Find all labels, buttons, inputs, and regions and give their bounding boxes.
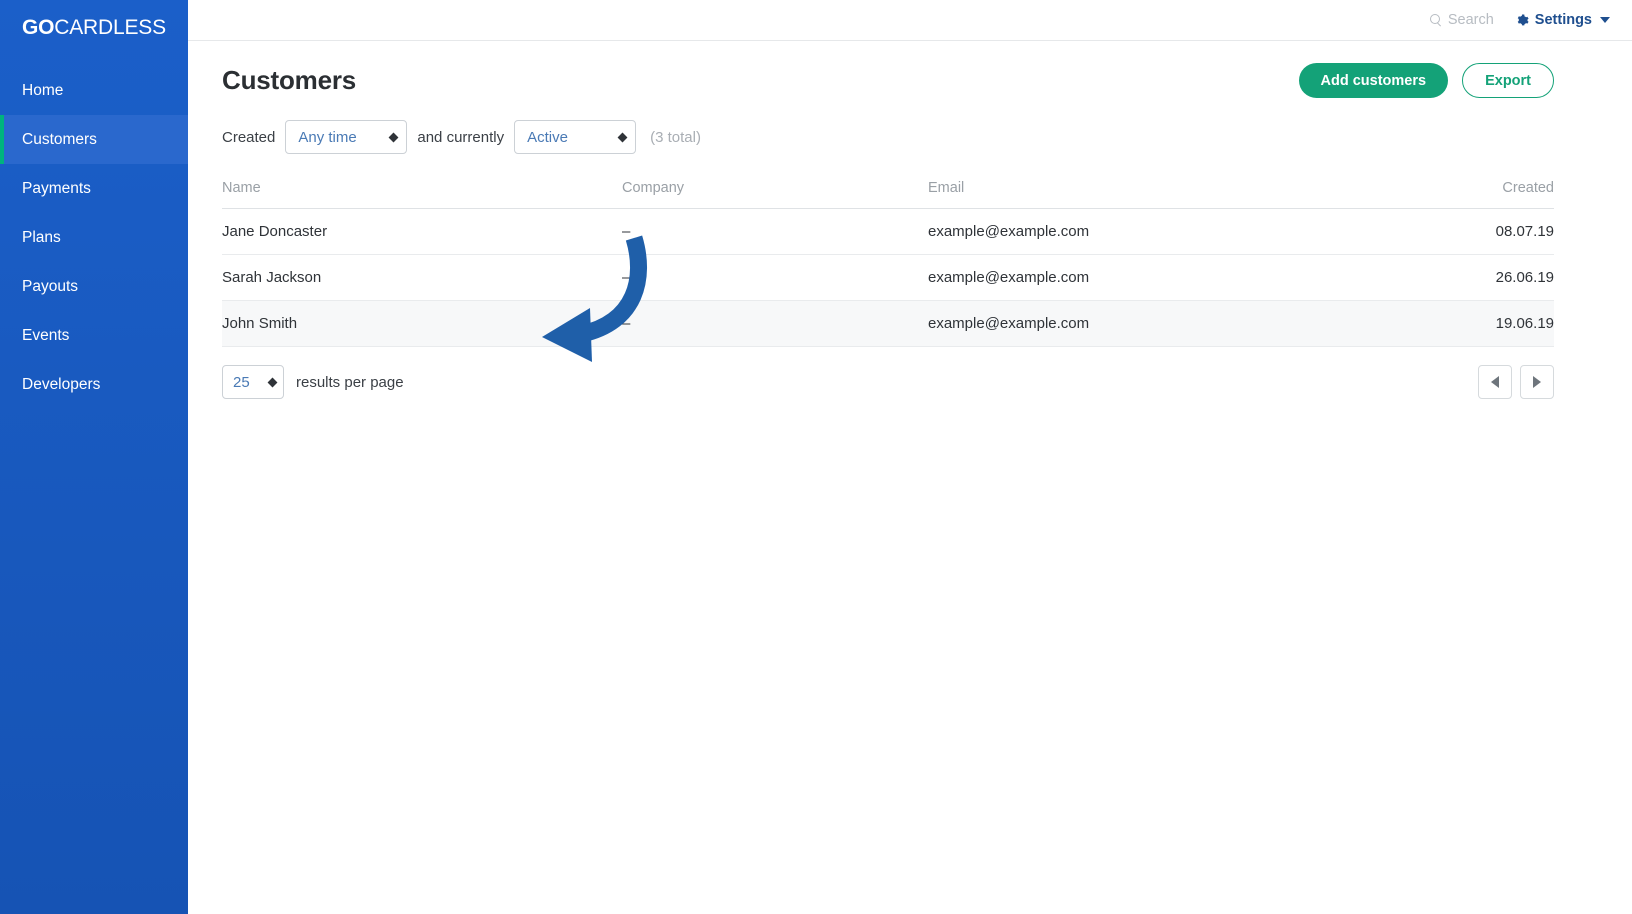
next-page-button[interactable]	[1520, 365, 1554, 399]
results-per-page-group: 25 results per page	[222, 365, 404, 399]
top-bar: Search Settings	[188, 0, 1632, 41]
cell-created: 19.06.19	[1404, 300, 1554, 347]
sidebar-item-payments[interactable]: Payments	[0, 164, 188, 213]
cell-name: John Smith	[222, 300, 622, 347]
results-per-page-label: results per page	[296, 373, 404, 391]
sidebar-item-payouts[interactable]: Payouts	[0, 262, 188, 311]
page-content: Customers Add customers Export Created A…	[188, 41, 1632, 399]
created-filter-value: Any time	[298, 128, 357, 146]
page-header: Customers Add customers Export	[222, 41, 1554, 98]
sidebar-item-customers[interactable]: Customers	[0, 115, 188, 164]
status-filter-label: and currently	[417, 128, 505, 146]
sidebar-item-label: Payments	[22, 179, 91, 197]
previous-page-button[interactable]	[1478, 365, 1512, 399]
search-button[interactable]: Search	[1429, 12, 1494, 28]
main-content: Search Settings Customers Add customers …	[188, 0, 1632, 914]
cell-created: 26.06.19	[1404, 254, 1554, 301]
created-filter-label: Created	[222, 128, 276, 146]
triangle-right-icon	[1533, 376, 1541, 388]
cell-email: example@example.com	[928, 300, 1404, 347]
cell-name: Sarah Jackson	[222, 254, 622, 301]
table-footer: 25 results per page	[222, 365, 1554, 399]
cell-created: 08.07.19	[1404, 208, 1554, 255]
results-per-page-select[interactable]: 25	[222, 365, 284, 399]
customers-table: Name Company Email Created Jane Doncaste…	[222, 180, 1554, 347]
sidebar: GO CARDLESS Home Customers Payments Plans…	[0, 0, 188, 914]
sidebar-item-home[interactable]: Home	[0, 66, 188, 115]
table-row[interactable]: Sarah Jackson – example@example.com 26.0…	[222, 254, 1554, 301]
sidebar-item-label: Developers	[22, 375, 101, 393]
table-header: Name Company Email Created	[222, 180, 1554, 209]
logo-go: GO	[22, 16, 55, 39]
gocardless-logo[interactable]: GO CARDLESS	[0, 8, 188, 48]
sidebar-nav: Home Customers Payments Plans Payouts Ev…	[0, 66, 188, 409]
sidebar-item-label: Customers	[22, 130, 97, 148]
cell-email: example@example.com	[928, 208, 1404, 255]
add-customers-button[interactable]: Add customers	[1298, 63, 1449, 98]
table-row[interactable]: Jane Doncaster – example@example.com 08.…	[222, 208, 1554, 255]
select-arrow-icon	[267, 377, 278, 387]
app-root: GO CARDLESS Home Customers Payments Plans…	[0, 0, 1632, 914]
results-per-page-value: 25	[233, 373, 250, 391]
status-filter-select[interactable]: Active	[514, 120, 637, 154]
column-header-company[interactable]: Company	[622, 180, 928, 209]
table-header-row: Name Company Email Created	[222, 180, 1554, 209]
table-body: Jane Doncaster – example@example.com 08.…	[222, 208, 1554, 347]
sidebar-item-developers[interactable]: Developers	[0, 360, 188, 409]
sidebar-item-label: Events	[22, 326, 70, 344]
filter-bar: Created Any time and currently Active (3…	[222, 120, 1554, 154]
select-arrow-icon	[617, 132, 628, 142]
table-row[interactable]: John Smith – example@example.com 19.06.1…	[222, 300, 1554, 347]
cell-name: Jane Doncaster	[222, 208, 622, 255]
settings-menu[interactable]: Settings	[1516, 12, 1610, 28]
select-arrow-icon	[388, 132, 399, 142]
sidebar-item-label: Plans	[22, 228, 61, 246]
search-label: Search	[1447, 12, 1494, 28]
export-button[interactable]: Export	[1462, 63, 1554, 98]
created-filter-select[interactable]: Any time	[285, 120, 408, 154]
chevron-down-icon	[1600, 17, 1610, 23]
sidebar-item-plans[interactable]: Plans	[0, 213, 188, 262]
cell-email: example@example.com	[928, 254, 1404, 301]
cell-company: –	[622, 208, 928, 255]
sidebar-item-label: Payouts	[22, 277, 79, 295]
sidebar-item-events[interactable]: Events	[0, 311, 188, 360]
settings-label: Settings	[1534, 12, 1592, 28]
logo-cardless: CARDLESS	[54, 16, 166, 39]
cell-company: –	[622, 300, 928, 347]
search-icon	[1429, 14, 1442, 26]
status-filter-value: Active	[527, 128, 568, 146]
gear-icon	[1516, 13, 1529, 27]
pagination-controls	[1478, 365, 1554, 399]
column-header-created[interactable]: Created	[1404, 180, 1554, 209]
page-title: Customers	[222, 65, 357, 95]
triangle-left-icon	[1491, 376, 1499, 388]
column-header-name[interactable]: Name	[222, 180, 622, 209]
page-actions: Add customers Export	[1298, 63, 1554, 98]
total-count-label: (3 total)	[650, 128, 701, 146]
sidebar-item-label: Home	[22, 81, 64, 99]
cell-company: –	[622, 254, 928, 301]
column-header-email[interactable]: Email	[928, 180, 1404, 209]
